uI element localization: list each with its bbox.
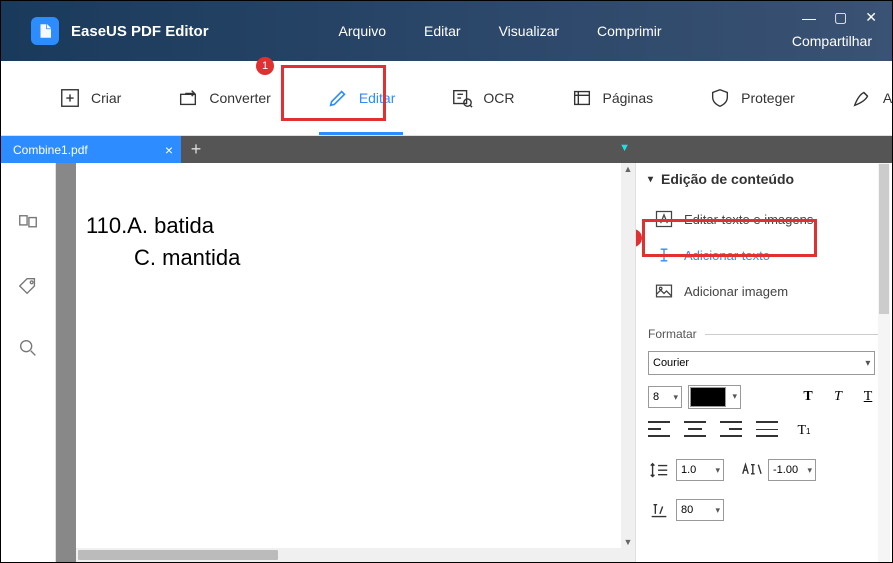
tool-sign-label: Assinar — [883, 90, 893, 106]
underline-button[interactable]: T — [856, 387, 880, 407]
tool-ocr[interactable]: OCR — [443, 73, 522, 123]
char-spacing-select[interactable]: -1.00 — [768, 459, 816, 481]
line-spacing-value: 1.0 — [681, 464, 696, 476]
tab-bar: Combine1.pdf × + ▼ — [1, 136, 892, 163]
tool-convert-label: Converter — [209, 90, 270, 106]
text-a-icon — [654, 209, 674, 229]
char-spacing-icon — [740, 461, 762, 479]
font-color-picker[interactable] — [688, 385, 741, 409]
italic-button[interactable]: T — [826, 387, 850, 407]
horizontal-scrollbar[interactable] — [76, 548, 635, 562]
chevron-down-icon: ▾ — [865, 358, 870, 369]
window-controls: — ▢ ✕ — [802, 9, 877, 26]
align-left-button[interactable] — [648, 421, 670, 437]
tool-edit-label: Editar — [359, 90, 396, 106]
main-menu: Arquivo Editar Visualizar Comprimir — [339, 23, 662, 39]
document-tab[interactable]: Combine1.pdf × — [1, 136, 181, 163]
close-icon[interactable]: ✕ — [865, 9, 877, 26]
tool-pages[interactable]: Páginas — [563, 73, 662, 123]
app-logo-icon — [31, 17, 59, 45]
tool-pages-label: Páginas — [603, 90, 654, 106]
edit-text-images-label: Editar texto e imagens — [684, 212, 813, 227]
search-icon[interactable] — [17, 337, 39, 359]
callout-badge-1: 1 — [256, 57, 274, 75]
menu-compress[interactable]: Comprimir — [597, 23, 662, 39]
left-sidebar — [1, 163, 56, 562]
pages-icon — [571, 87, 593, 109]
toolbar: Criar Converter Editar OCR Páginas Prote… — [1, 61, 892, 136]
baseline-select[interactable]: 80 — [676, 499, 724, 521]
shield-icon — [709, 87, 731, 109]
divider — [705, 334, 880, 335]
tab-close-icon[interactable]: × — [165, 142, 173, 158]
align-row: T1 — [648, 421, 880, 441]
tool-convert[interactable]: Converter — [169, 73, 278, 123]
menu-edit[interactable]: Editar — [424, 23, 461, 39]
tool-ocr-label: OCR — [483, 90, 514, 106]
document-viewport[interactable]: 110.A. batida C. mantida ▲▼ — [76, 163, 635, 562]
add-image-item[interactable]: Adicionar imagem — [648, 273, 880, 309]
baseline-icon — [648, 501, 670, 519]
main-area: 110.A. batida C. mantida ▲▼ ▾ Edição de … — [1, 163, 892, 562]
tool-protect[interactable]: Proteger — [701, 73, 803, 123]
menu-file[interactable]: Arquivo — [339, 23, 386, 39]
maximize-icon[interactable]: ▢ — [834, 9, 847, 26]
line-spacing-icon — [648, 461, 670, 479]
tool-sign[interactable]: Assinar — [843, 73, 893, 123]
doc-line-2: C. mantida — [134, 245, 625, 271]
pen-icon — [851, 87, 873, 109]
tool-create-label: Criar — [91, 90, 121, 106]
thumbnails-icon[interactable] — [17, 213, 39, 235]
collapse-triangle-icon: ▾ — [648, 174, 653, 185]
document-content: 110.A. batida C. mantida — [76, 163, 635, 281]
app-logo-wrap: EaseUS PDF Editor — [31, 17, 209, 45]
tag-icon[interactable] — [17, 275, 39, 297]
text-cursor-icon — [654, 245, 674, 265]
tab-add-button[interactable]: + — [181, 136, 211, 163]
convert-icon — [177, 87, 199, 109]
tab-dropdown-icon[interactable]: ▼ — [619, 142, 630, 154]
bold-button[interactable]: T — [796, 387, 820, 407]
format-label: Formatar — [648, 327, 697, 341]
pencil-icon — [327, 87, 349, 109]
color-swatch — [690, 387, 726, 407]
tool-create[interactable]: Criar — [51, 73, 129, 123]
font-family-select[interactable]: Courier ▾ — [648, 351, 875, 375]
format-section-title: Formatar — [648, 327, 880, 341]
ocr-icon — [451, 87, 473, 109]
format-section: Formatar Courier ▾ 8 T T T T1 — [648, 327, 880, 521]
panel-header[interactable]: ▾ Edição de conteúdo — [648, 171, 880, 187]
baseline-value: 80 — [681, 504, 693, 516]
superscript-button[interactable]: T1 — [792, 421, 816, 441]
plus-square-icon — [59, 87, 81, 109]
font-size-value: 8 — [653, 391, 659, 403]
align-right-button[interactable] — [720, 421, 742, 437]
align-center-button[interactable] — [684, 421, 706, 437]
app-title: EaseUS PDF Editor — [71, 23, 209, 40]
right-panel: ▾ Edição de conteúdo Editar texto e imag… — [635, 163, 892, 562]
line-spacing-select[interactable]: 1.0 — [676, 459, 724, 481]
edit-text-images-item[interactable]: Editar texto e imagens — [648, 201, 880, 237]
menu-share[interactable]: Compartilhar — [792, 33, 872, 49]
char-spacing-value: -1.00 — [773, 464, 798, 476]
tool-protect-label: Proteger — [741, 90, 795, 106]
add-image-label: Adicionar imagem — [684, 284, 788, 299]
image-icon — [654, 281, 674, 301]
font-size-select[interactable]: 8 — [648, 386, 682, 408]
callout-badge-2: 2 — [635, 229, 642, 247]
minimize-icon[interactable]: — — [802, 10, 816, 26]
doc-line-1: 110.A. batida — [86, 213, 625, 239]
add-text-item[interactable]: Adicionar texto — [648, 237, 880, 273]
gutter — [56, 163, 76, 562]
tool-edit[interactable]: Editar — [319, 73, 404, 123]
strike-button[interactable] — [756, 421, 778, 437]
menu-view[interactable]: Visualizar — [499, 23, 559, 39]
vertical-scrollbar[interactable]: ▲▼ — [621, 163, 635, 548]
tab-filename: Combine1.pdf — [13, 143, 88, 157]
panel-title: Edição de conteúdo — [661, 171, 794, 187]
font-family-value: Courier — [653, 357, 689, 369]
add-text-label: Adicionar texto — [684, 248, 770, 263]
title-bar: EaseUS PDF Editor Arquivo Editar Visuali… — [1, 1, 892, 61]
